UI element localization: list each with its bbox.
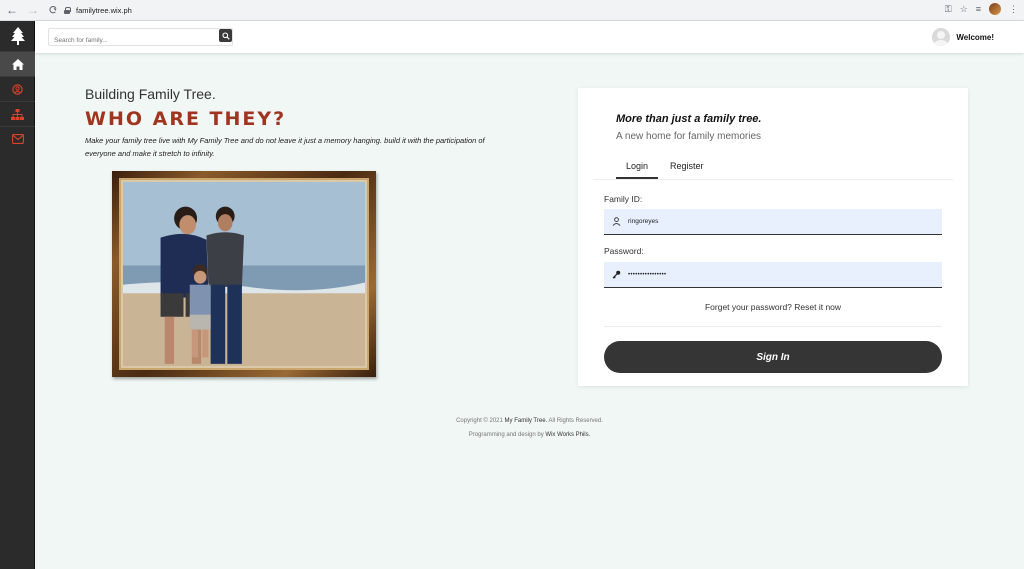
address-bar[interactable]: familytree.wix.ph bbox=[56, 2, 968, 19]
hero-description: Make your family tree live with My Famil… bbox=[85, 136, 485, 158]
sign-in-button[interactable]: Sign In bbox=[604, 341, 942, 373]
search-box bbox=[48, 28, 233, 49]
home-icon[interactable] bbox=[0, 51, 35, 76]
login-card: More than just a family tree. A new home… bbox=[578, 88, 968, 386]
user-icon bbox=[604, 217, 628, 226]
card-subheading: A new home for family memories bbox=[616, 131, 762, 142]
hero-subtitle: Building Family Tree. bbox=[85, 86, 216, 102]
brand-link[interactable]: My Family Tree. bbox=[505, 418, 548, 424]
footer: Copyright © 2021 My Family Tree. All Rig… bbox=[35, 414, 1024, 442]
tab-login[interactable]: Login bbox=[616, 161, 658, 179]
forgot-password-link[interactable]: Forget your password? Reset it now bbox=[604, 302, 942, 312]
star-icon[interactable]: ☆ bbox=[960, 4, 968, 15]
family-photo bbox=[123, 182, 365, 366]
sidebar bbox=[0, 21, 35, 569]
tree-icon[interactable] bbox=[0, 21, 35, 51]
family-id-input[interactable] bbox=[628, 218, 928, 225]
browser-actions: ⚿ ☆ ≡ ⋮ bbox=[945, 3, 1018, 15]
card-heading: More than just a family tree. bbox=[616, 113, 762, 125]
playlist-icon[interactable]: ≡ bbox=[976, 4, 981, 14]
card-divider bbox=[604, 326, 942, 327]
menu-dots-icon[interactable]: ⋮ bbox=[1009, 4, 1018, 15]
credit-link[interactable]: Wix Works Phils. bbox=[545, 432, 590, 438]
family-photo-frame bbox=[112, 171, 376, 377]
hero-title: WHO ARE THEY? bbox=[85, 108, 287, 130]
family-id-label: Family ID: bbox=[604, 194, 643, 204]
welcome-text: Welcome! bbox=[956, 32, 994, 42]
back-icon[interactable]: ← bbox=[3, 1, 21, 19]
search-button[interactable] bbox=[219, 29, 232, 42]
mail-icon[interactable] bbox=[0, 126, 35, 151]
copyright-suffix: All Rights Reserved. bbox=[548, 418, 603, 424]
user-menu[interactable]: Welcome! bbox=[932, 28, 994, 46]
sitemap-icon[interactable] bbox=[0, 101, 35, 126]
lock-icon bbox=[64, 7, 71, 14]
password-field: •••••••••••••••• bbox=[604, 262, 942, 288]
avatar bbox=[932, 28, 951, 46]
copyright-line: Copyright © 2021 My Family Tree. All Rig… bbox=[35, 414, 1024, 428]
copyright-prefix: Copyright © 2021 bbox=[456, 418, 503, 424]
search-icon bbox=[221, 31, 230, 40]
top-header: Welcome! bbox=[35, 21, 1024, 53]
tab-divider bbox=[593, 179, 953, 180]
profile-avatar-icon[interactable] bbox=[989, 3, 1001, 15]
search-input[interactable] bbox=[49, 32, 209, 49]
family-id-field bbox=[604, 209, 942, 235]
tab-register[interactable]: Register bbox=[670, 161, 704, 177]
browser-toolbar: ← → ⟳ familytree.wix.ph ⚿ ☆ ≡ ⋮ bbox=[0, 0, 1024, 21]
password-input[interactable]: •••••••••••••••• bbox=[628, 272, 928, 278]
user-circle-icon[interactable] bbox=[0, 76, 35, 101]
key-icon bbox=[604, 270, 628, 279]
forward-icon[interactable]: → bbox=[24, 1, 42, 19]
key-icon[interactable]: ⚿ bbox=[945, 4, 952, 15]
password-label: Password: bbox=[604, 246, 644, 256]
credit-prefix: Programming and design by bbox=[468, 432, 544, 438]
url-text: familytree.wix.ph bbox=[76, 6, 132, 15]
credit-line: Programming and design by Wix Works Phil… bbox=[35, 428, 1024, 442]
